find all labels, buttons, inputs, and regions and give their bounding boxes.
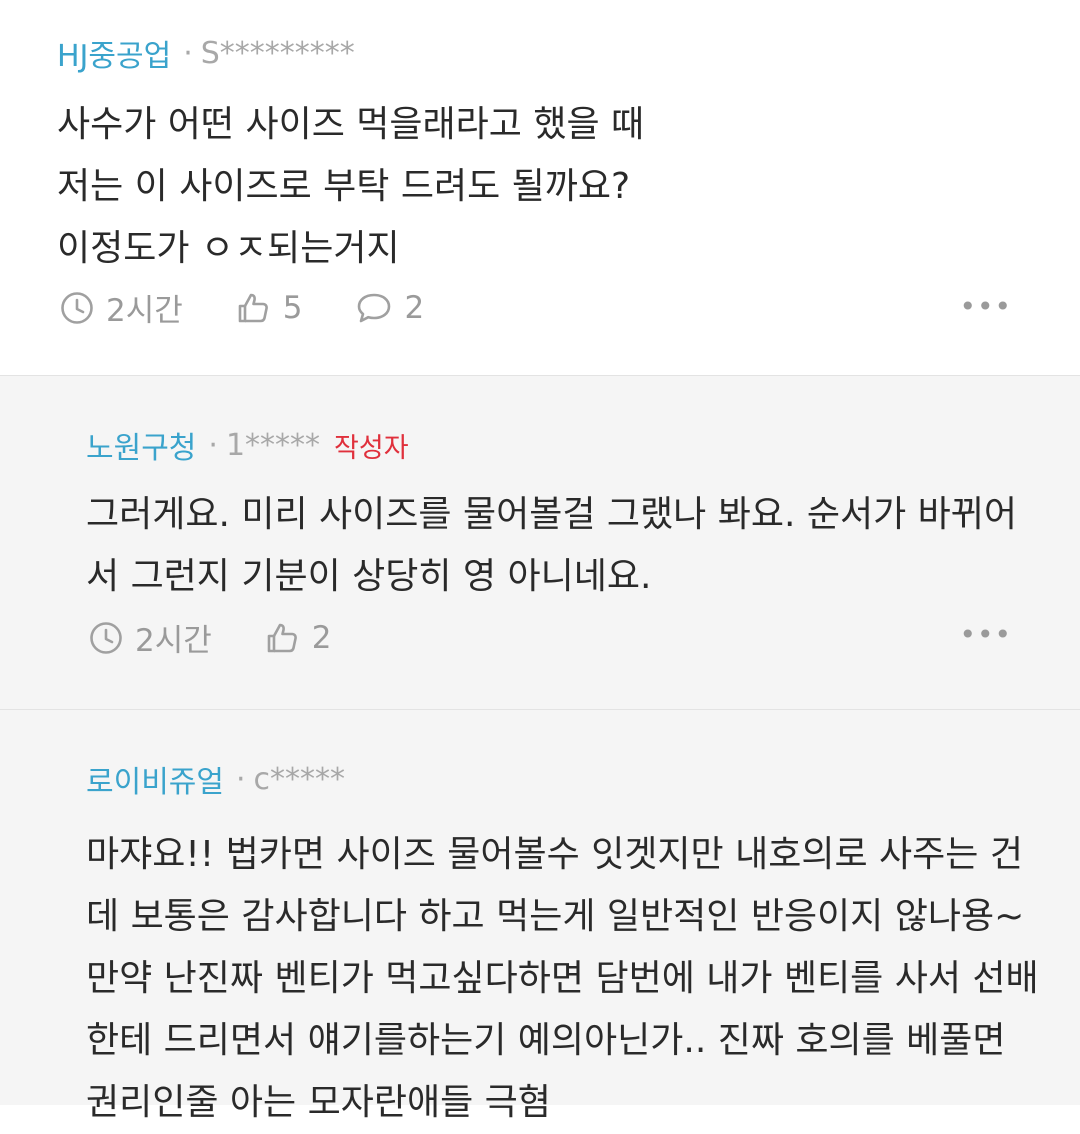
separator-dot: · [183, 35, 193, 71]
comment-3: 로이비쥬얼 · c***** 마쟈요!! 법카면 사이즈 물어볼수 잇겟지만 내… [0, 709, 1080, 1123]
comment-2: 노원구청 · 1***** 작성자 그러게요. 미리 사이즈를 물어볼걸 그랬나… [0, 375, 1080, 709]
thumbs-up-icon [238, 293, 268, 322]
clock-icon [90, 621, 122, 654]
time-text: 2시간 [106, 293, 183, 329]
comment-body: 그러게요. 미리 사이즈를 물어볼걸 그랬나 봐요. 순서가 바뀌어서 그런지 … [86, 494, 1017, 597]
time-stamp: 2시간 [89, 615, 212, 660]
speech-bubble-icon [357, 293, 390, 322]
comment-header: HJ중공업 · S********* [57, 31, 1080, 75]
author-badge: 작성자 [334, 432, 409, 464]
thumbs-up-icon [267, 623, 297, 652]
like-count: 5 [282, 289, 303, 326]
user-id: 1***** [225, 427, 321, 463]
more-dots-icon[interactable]: ••• [959, 618, 1012, 651]
time-stamp: 2시간 [60, 285, 183, 330]
separator-dot: · [236, 761, 246, 797]
nickname[interactable]: 노원구청 [86, 423, 196, 467]
separator-dot: · [208, 427, 218, 463]
reply-count: 2 [404, 289, 425, 326]
user-id: c***** [253, 761, 346, 797]
comment-header: 노원구청 · 1***** 작성자 [86, 423, 1080, 467]
nickname[interactable]: HJ중공업 [57, 31, 171, 75]
like-count: 2 [311, 619, 332, 656]
more-dots-icon[interactable]: ••• [959, 290, 1012, 323]
comment-1: HJ중공업 · S********* 사수가 어떤 사이즈 먹을래라고 했을 때… [0, 0, 1080, 375]
time-text: 2시간 [135, 623, 212, 659]
comment-body: 사수가 어떤 사이즈 먹을래라고 했을 때 저는 이 사이즈로 부탁 드려도 될… [57, 104, 645, 269]
comment-actions: 2시간 5 2 [60, 285, 476, 330]
reply-button[interactable]: 2 [355, 289, 425, 326]
user-id: S********* [200, 35, 355, 71]
comment-body: 마쟈요!! 법카면 사이즈 물어볼수 잇겟지만 내호의로 사주는 건데 보통은 … [86, 834, 1039, 1123]
like-button[interactable]: 5 [235, 290, 303, 326]
comment-actions: 2시간 2 [89, 615, 384, 660]
like-button[interactable]: 2 [264, 620, 332, 656]
nickname[interactable]: 로이비쥬얼 [86, 757, 224, 801]
comment-header: 로이비쥬얼 · c***** [86, 757, 1080, 801]
clock-icon [61, 291, 93, 324]
